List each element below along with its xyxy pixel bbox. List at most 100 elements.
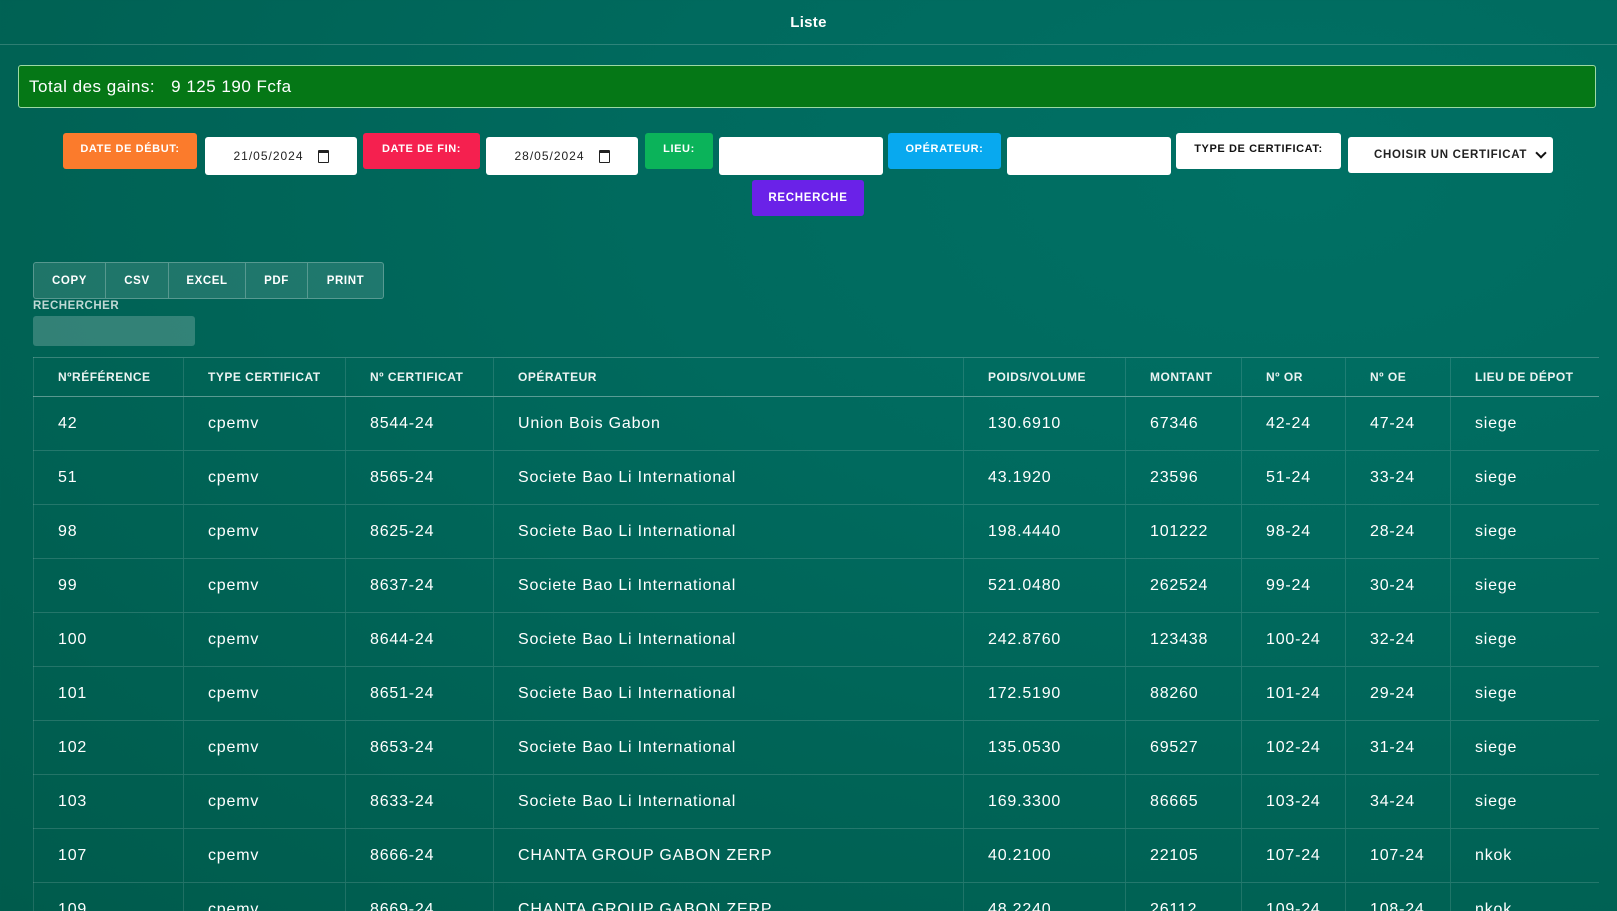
start-date-label: Date de début: <box>63 133 197 169</box>
table-row[interactable]: 100 cpemv 8644-24 Societe Bao Li Internatio… <box>33 612 1599 667</box>
csv-button[interactable]: CSV <box>106 263 169 298</box>
col-type-certificat-cell: cpemv <box>183 882 346 911</box>
col-lieu-depot-cell: siege <box>1450 558 1599 613</box>
results-table: Nºréférence Type certificat Nº certificat O… <box>33 357 1599 911</box>
col-num-or-cell: 99-24 <box>1241 558 1346 613</box>
table-row[interactable]: 101 cpemv 8651-24 Societe Bao Li Internatio… <box>33 666 1599 721</box>
col-lieu-depot-cell: siege <box>1450 396 1599 451</box>
pdf-button[interactable]: PDF <box>246 263 308 298</box>
table-row[interactable]: 99 cpemv 8637-24 Societe Bao Li Internation… <box>33 558 1599 613</box>
col-num-oe-cell: 29-24 <box>1345 666 1451 721</box>
col-type-certificat-cell: cpemv <box>183 396 346 451</box>
table-row[interactable]: 98 cpemv 8625-24 Societe Bao Li Internation… <box>33 504 1599 559</box>
col-lieu-depot-cell: siege <box>1450 504 1599 559</box>
col-type-certificat-header[interactable]: Type certificat <box>183 357 346 397</box>
filter-bar: Date de début: 21/05/2024 Date de fin: 2… <box>63 133 1553 175</box>
col-lieu-depot-cell: nkok <box>1450 882 1599 911</box>
table-row[interactable]: 107 cpemv 8666-24 CHANTA GROUP GABON ZERP 40… <box>33 828 1599 883</box>
table-search-input[interactable] <box>33 316 195 346</box>
col-num-oe-header[interactable]: Nº OE <box>1345 357 1451 397</box>
col-num-oe-cell: 108-24 <box>1345 882 1451 911</box>
certificate-type-select[interactable]: Choisir un certificat <box>1348 137 1553 173</box>
col-num-or-cell: 98-24 <box>1241 504 1346 559</box>
col-lieu-depot-cell: nkok <box>1450 828 1599 883</box>
col-num-certificat-cell: 8637-24 <box>345 558 494 613</box>
col-montant-cell: 262524 <box>1125 558 1242 613</box>
col-montant-cell: 88260 <box>1125 666 1242 721</box>
col-poids-volume-header[interactable]: Poids/Volume <box>963 357 1126 397</box>
col-num-certificat-cell: 8653-24 <box>345 720 494 775</box>
calendar-icon[interactable] <box>598 149 610 163</box>
col-type-certificat-cell: cpemv <box>183 504 346 559</box>
start-date-input[interactable]: 21/05/2024 <box>205 137 357 175</box>
col-reference-cell: 51 <box>33 450 184 505</box>
calendar-icon[interactable] <box>317 149 329 163</box>
col-num-oe-cell: 31-24 <box>1345 720 1451 775</box>
col-reference-cell: 98 <box>33 504 184 559</box>
end-date-input[interactable]: 28/05/2024 <box>486 137 638 175</box>
col-num-or-cell: 42-24 <box>1241 396 1346 451</box>
col-montant-cell: 86665 <box>1125 774 1242 829</box>
col-num-or-cell: 107-24 <box>1241 828 1346 883</box>
col-operateur-cell: Societe Bao Li International <box>493 558 964 613</box>
col-operateur-header[interactable]: Opérateur <box>493 357 964 397</box>
operateur-label: Opérateur: <box>888 133 1001 169</box>
search-button[interactable]: Recherche <box>752 180 864 216</box>
col-lieu-depot-cell: siege <box>1450 774 1599 829</box>
page-title: Liste <box>790 13 827 31</box>
col-lieu-depot-cell: siege <box>1450 720 1599 775</box>
lieu-input[interactable] <box>719 137 883 175</box>
table-row[interactable]: 103 cpemv 8633-24 Societe Bao Li Internatio… <box>33 774 1599 829</box>
col-poids-volume-cell: 521.0480 <box>963 558 1126 613</box>
col-reference-cell: 99 <box>33 558 184 613</box>
col-lieu-depot-header[interactable]: Lieu de dépot <box>1450 357 1599 397</box>
col-type-certificat-cell: cpemv <box>183 450 346 505</box>
col-poids-volume-cell: 169.3300 <box>963 774 1126 829</box>
table-row[interactable]: 42 cpemv 8544-24 Union Bois Gabon 130.6910 67… <box>33 396 1599 451</box>
col-reference-cell: 109 <box>33 882 184 911</box>
col-reference-cell: 42 <box>33 396 184 451</box>
col-reference-cell: 107 <box>33 828 184 883</box>
col-poids-volume-cell: 40.2100 <box>963 828 1126 883</box>
col-num-or-cell: 102-24 <box>1241 720 1346 775</box>
table-row[interactable]: 109 cpemv 8669-24 CHANTA GROUP GABON ZERP 48… <box>33 882 1599 911</box>
excel-button[interactable]: Excel <box>169 263 246 298</box>
col-poids-volume-cell: 48.2240 <box>963 882 1126 911</box>
col-lieu-depot-cell: siege <box>1450 450 1599 505</box>
table-row[interactable]: 102 cpemv 8653-24 Societe Bao Li Internatio… <box>33 720 1599 775</box>
lieu-label: Lieu: <box>645 133 713 169</box>
chevron-down-icon <box>1535 147 1547 159</box>
col-montant-cell: 22105 <box>1125 828 1242 883</box>
col-poids-volume-cell: 135.0530 <box>963 720 1126 775</box>
col-montant-header[interactable]: Montant <box>1125 357 1242 397</box>
col-num-or-cell: 109-24 <box>1241 882 1346 911</box>
col-num-certificat-cell: 8625-24 <box>345 504 494 559</box>
col-operateur-cell: Societe Bao Li International <box>493 774 964 829</box>
col-num-or-cell: 103-24 <box>1241 774 1346 829</box>
col-operateur-cell: Societe Bao Li International <box>493 720 964 775</box>
col-type-certificat-cell: cpemv <box>183 774 346 829</box>
print-button[interactable]: Print <box>308 263 383 298</box>
col-num-certificat-header[interactable]: Nº certificat <box>345 357 494 397</box>
table-row[interactable]: 51 cpemv 8565-24 Societe Bao Li Internation… <box>33 450 1599 505</box>
col-reference-cell: 101 <box>33 666 184 721</box>
col-type-certificat-cell: cpemv <box>183 666 346 721</box>
col-num-certificat-cell: 8666-24 <box>345 828 494 883</box>
copy-button[interactable]: Copy <box>34 263 106 298</box>
col-type-certificat-cell: cpemv <box>183 720 346 775</box>
col-num-or-cell: 51-24 <box>1241 450 1346 505</box>
end-date-label: Date de fin: <box>363 133 480 169</box>
col-num-oe-cell: 32-24 <box>1345 612 1451 667</box>
col-type-certificat-cell: cpemv <box>183 558 346 613</box>
col-num-certificat-cell: 8633-24 <box>345 774 494 829</box>
col-reference-cell: 102 <box>33 720 184 775</box>
col-reference-header[interactable]: Nºréférence <box>33 357 184 397</box>
operateur-input[interactable] <box>1007 137 1171 175</box>
col-num-oe-cell: 34-24 <box>1345 774 1451 829</box>
col-reference-cell: 100 <box>33 612 184 667</box>
total-label: Total des gains: <box>29 76 156 96</box>
top-bar: Liste <box>0 0 1617 45</box>
col-reference-cell: 103 <box>33 774 184 829</box>
col-num-or-header[interactable]: Nº OR <box>1241 357 1346 397</box>
total-earnings-banner: Total des gains: 9 125 190 Fcfa <box>18 65 1596 108</box>
